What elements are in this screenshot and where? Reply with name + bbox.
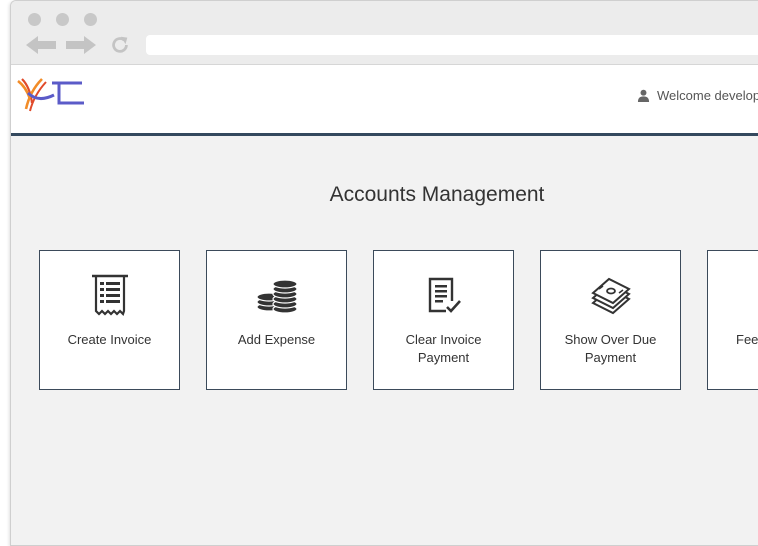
page-title: Accounts Management [329, 183, 545, 206]
reload-icon[interactable] [108, 34, 132, 56]
card-label: Clear Invoice Payment [405, 332, 482, 365]
add-expense-card[interactable]: Add Expense [206, 250, 347, 390]
address-bar[interactable] [146, 35, 758, 55]
document-check-icon [428, 277, 461, 313]
clear-invoice-payment-card[interactable]: Clear Invoice Payment [373, 250, 514, 390]
card-label: Show Over Due Payment [564, 332, 657, 365]
app-header: Welcome developer [11, 65, 758, 136]
browser-toolbar [11, 1, 758, 65]
card-label: Create Invoice [67, 332, 152, 347]
company-logo[interactable] [16, 73, 86, 113]
window-maximize-dot[interactable] [84, 13, 97, 26]
create-invoice-card[interactable]: Create Invoice [39, 250, 180, 390]
fee-card[interactable]: Fee [707, 250, 758, 390]
back-arrow-icon[interactable] [26, 34, 56, 56]
browser-window: Welcome developer Accounts Management Cr… [10, 0, 758, 546]
show-over-due-payment-card[interactable]: Show Over Due Payment [540, 250, 681, 390]
card-label: Add Expense [237, 332, 316, 347]
forward-arrow-icon[interactable] [66, 34, 96, 56]
coins-stack-icon [255, 279, 298, 314]
window-close-dot[interactable] [28, 13, 41, 26]
welcome-text: Welcome developer [657, 87, 758, 103]
receipt-icon [91, 274, 128, 317]
welcome-user[interactable]: Welcome developer [637, 86, 758, 104]
user-icon [637, 89, 650, 102]
money-stack-icon [590, 277, 631, 315]
card-label: Fee [736, 332, 758, 347]
window-minimize-dot[interactable] [56, 13, 69, 26]
